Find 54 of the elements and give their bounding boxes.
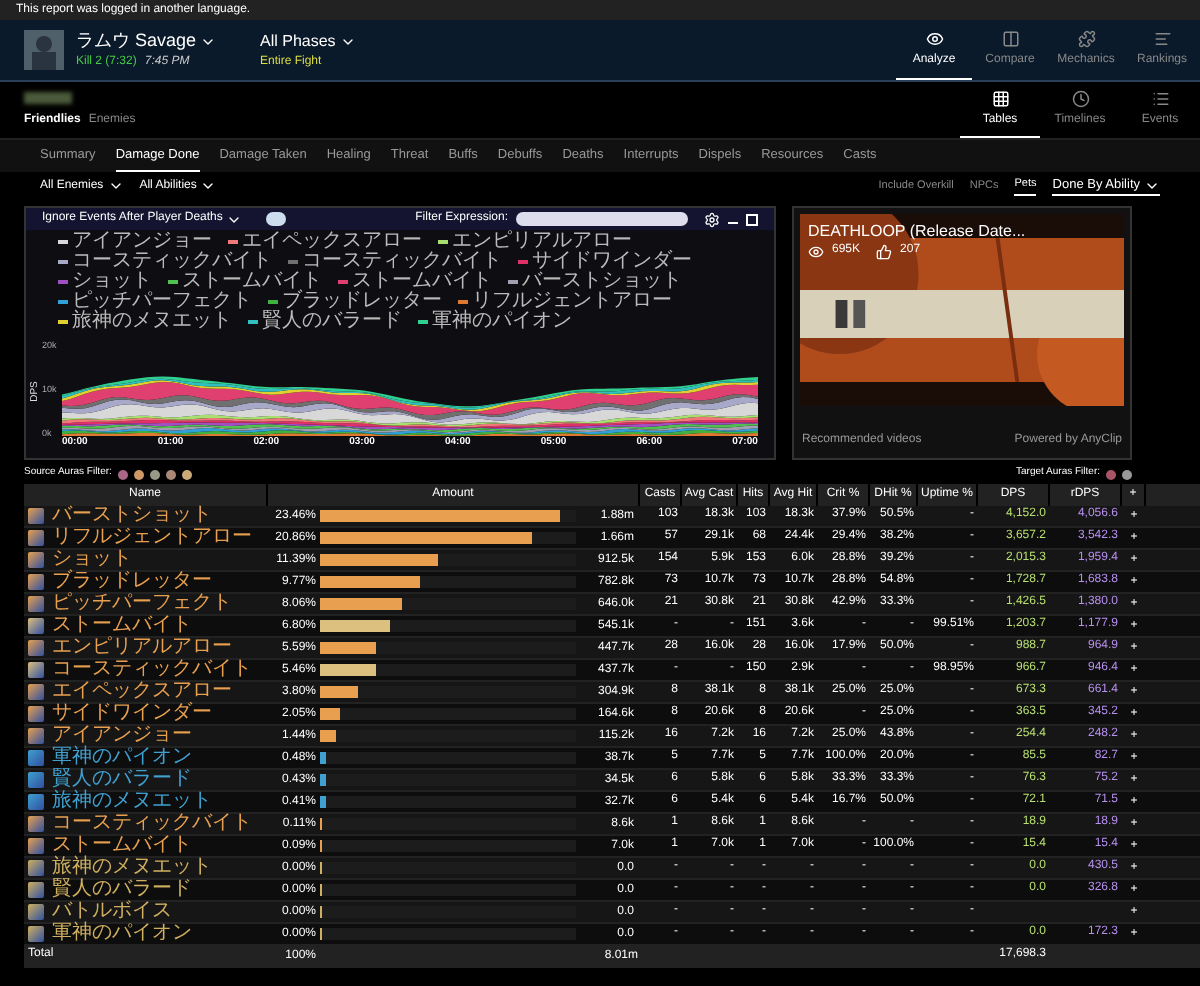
legend-label: ピッチパーフェクト: [72, 292, 252, 312]
legend-label: コースティックバイト: [302, 252, 502, 272]
redacted-name: [24, 91, 72, 103]
mode-icon: [1151, 90, 1169, 108]
nav-icon: [1077, 30, 1095, 48]
legend-label: 賢人のバラード: [262, 312, 402, 332]
chart-toggle[interactable]: [266, 212, 287, 226]
ability-name[interactable]: ストームバイト: [52, 616, 192, 636]
ability-name[interactable]: ストームバイト: [52, 836, 192, 856]
ability-name[interactable]: リフルジェントアロー: [52, 528, 252, 548]
legend-label: ショット: [72, 272, 152, 292]
ability-name[interactable]: バーストショット: [52, 506, 212, 526]
nav-icon: [1153, 30, 1171, 48]
ability-name[interactable]: エイペックスアロー: [52, 682, 232, 702]
legend-label: コースティックバイト: [72, 252, 272, 272]
ability-name[interactable]: 旅神のメヌエット: [52, 792, 212, 812]
legend-label: ストームバイト: [182, 272, 322, 292]
ability-name[interactable]: 軍神のパイオン: [52, 748, 192, 768]
ability-name[interactable]: 旅神のメヌエット: [52, 858, 212, 878]
ability-name[interactable]: コースティックバイト: [52, 660, 252, 680]
legend-label: サイドワインダー: [532, 252, 692, 272]
mode-icon: [1071, 90, 1089, 108]
settings-icon[interactable]: [704, 211, 720, 227]
phase-selector[interactable]: All Phases: [260, 29, 356, 53]
like-icon: [876, 243, 893, 259]
video-title: DEATHLOOP (Release Date...: [808, 222, 1028, 242]
ability-name[interactable]: エンピリアルアロー: [52, 638, 232, 658]
maximize-icon[interactable]: [746, 213, 758, 225]
ability-name[interactable]: ショット: [52, 550, 132, 570]
nav-icon: [925, 29, 943, 47]
legend-label: エイペックスアロー: [242, 232, 422, 252]
ability-name[interactable]: コースティックバイト: [52, 814, 252, 834]
legend-label: バーストショット: [522, 272, 682, 292]
views-icon: [808, 243, 824, 259]
legend-label: アイアンジョー: [72, 232, 212, 252]
legend-label: 軍神のパイオン: [432, 312, 572, 332]
caret-icon: [107, 178, 124, 194]
filter-expression-field[interactable]: [516, 212, 688, 226]
ability-name[interactable]: アイアンジョー: [52, 726, 192, 746]
nav-icon: [1001, 30, 1019, 48]
ability-name[interactable]: ピッチパーフェクト: [52, 594, 232, 614]
ability-name[interactable]: ブラッドレッター: [52, 572, 212, 592]
legend-label: リフルジェントアロー: [472, 292, 672, 312]
fight-selector[interactable]: ラムウ Savage: [76, 27, 217, 55]
ability-name[interactable]: サイドワインダー: [52, 704, 212, 724]
ability-name[interactable]: 賢人のバラード: [52, 880, 192, 900]
mode-icon: [991, 89, 1009, 107]
ability-name[interactable]: 軍神のパイオン: [52, 924, 192, 944]
ability-name[interactable]: バトルボイス: [52, 902, 172, 922]
legend-label: ブラッドレッター: [282, 292, 442, 312]
legend-label: ストームバイト: [352, 272, 492, 292]
legend-label: エンピリアルアロー: [452, 232, 632, 252]
ability-name[interactable]: 賢人のバラード: [52, 770, 192, 790]
legend-label: 旅神のメヌエット: [72, 312, 232, 332]
